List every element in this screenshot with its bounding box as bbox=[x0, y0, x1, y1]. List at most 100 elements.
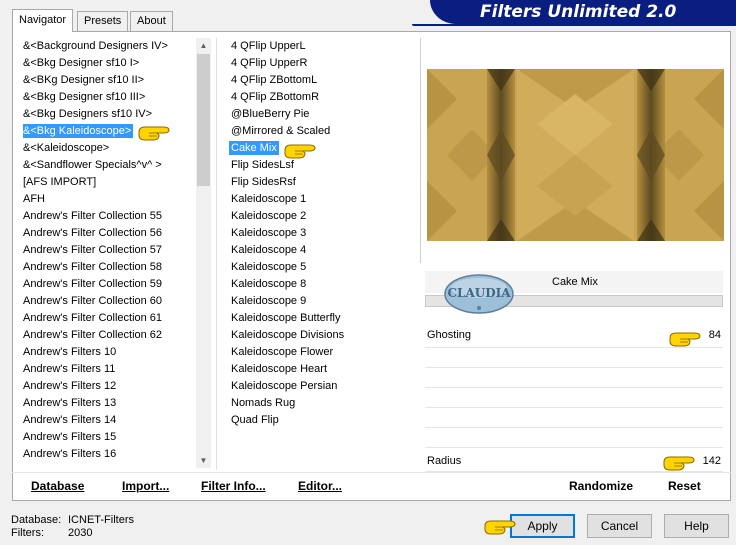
cancel-button-label: Cancel bbox=[600, 519, 639, 533]
filter-info-button[interactable]: Filter Info... bbox=[201, 479, 266, 493]
app-title-banner: Filters Unlimited 2.0 bbox=[430, 0, 736, 24]
filter-item[interactable]: Kaleidoscope 5 bbox=[231, 259, 306, 276]
category-item[interactable]: Andrew's Filter Collection 56 bbox=[23, 225, 162, 242]
category-item[interactable]: Andrew's Filters 16 bbox=[23, 446, 116, 463]
category-item[interactable]: Andrew's Filter Collection 61 bbox=[23, 310, 162, 327]
list-divider bbox=[216, 38, 217, 470]
filter-item[interactable]: Kaleidoscope Butterfly bbox=[231, 310, 340, 327]
filter-item-label: @Mirrored & Scaled bbox=[231, 125, 331, 137]
filters-count-value: 2030 bbox=[68, 527, 93, 539]
category-item[interactable]: Andrew's Filter Collection 58 bbox=[23, 259, 162, 276]
help-button-label: Help bbox=[684, 519, 709, 533]
tab-about-label: About bbox=[137, 15, 166, 27]
category-item[interactable]: &<Sandflower Specials^v^ > bbox=[23, 157, 162, 174]
editor-button[interactable]: Editor... bbox=[298, 479, 342, 493]
filter-item[interactable]: Kaleidoscope 1 bbox=[231, 191, 306, 208]
toolbar-divider bbox=[12, 472, 731, 473]
category-item[interactable]: &<Bkg Designer sf10 I> bbox=[23, 55, 139, 72]
filter-item-label: 4 QFlip UpperL bbox=[231, 40, 306, 52]
filter-item[interactable]: 4 QFlip UpperL bbox=[231, 38, 306, 55]
category-item[interactable]: &<Kaleidoscope> bbox=[23, 140, 109, 157]
scrollbar-thumb[interactable] bbox=[197, 54, 210, 186]
filter-item[interactable]: @BlueBerry Pie bbox=[231, 106, 309, 123]
category-item[interactable]: &<Bkg Designer sf10 III> bbox=[23, 89, 145, 106]
category-item[interactable]: Andrew's Filters 14 bbox=[23, 412, 116, 429]
filter-item-label: Kaleidoscope 5 bbox=[231, 261, 307, 273]
filter-item[interactable]: 4 QFlip ZBottomL bbox=[231, 72, 317, 89]
ghosting-value: 84 bbox=[708, 329, 721, 341]
category-item[interactable]: Andrew's Filters 12 bbox=[23, 378, 116, 395]
help-button[interactable]: Help bbox=[664, 514, 729, 538]
category-item[interactable]: Andrew's Filter Collection 55 bbox=[23, 208, 162, 225]
filter-item[interactable]: Kaleidoscope Divisions bbox=[231, 327, 344, 344]
category-scrollbar[interactable]: ▲ ▼ bbox=[196, 38, 211, 468]
category-item[interactable]: Andrew's Filters 11 bbox=[23, 361, 115, 378]
filter-item-label: Flip SidesRsf bbox=[231, 176, 296, 188]
tab-presets[interactable]: Presets bbox=[77, 11, 129, 31]
apply-button[interactable]: Apply bbox=[510, 514, 575, 538]
filter-item[interactable]: Kaleidoscope 3 bbox=[231, 225, 306, 242]
filter-item[interactable]: 4 QFlip UpperR bbox=[231, 55, 307, 72]
scroll-down-icon[interactable]: ▼ bbox=[196, 453, 211, 468]
filter-item[interactable]: 4 QFlip ZBottomR bbox=[231, 89, 319, 106]
scroll-up-icon[interactable]: ▲ bbox=[196, 38, 211, 53]
pointing-hand-icon bbox=[663, 456, 695, 471]
reset-button[interactable]: Reset bbox=[668, 479, 701, 493]
cancel-button[interactable]: Cancel bbox=[587, 514, 652, 538]
category-item[interactable]: Andrew's Filter Collection 62 bbox=[23, 327, 162, 344]
reset-button-label: Reset bbox=[668, 479, 701, 493]
database-button[interactable]: Database bbox=[31, 479, 84, 493]
tab-about[interactable]: About bbox=[130, 11, 173, 31]
category-item-label: Andrew's Filters 14 bbox=[23, 414, 117, 426]
category-item[interactable]: &<BKg Designer sf10 II> bbox=[23, 72, 144, 89]
filter-item[interactable]: Nomads Rug bbox=[231, 395, 295, 412]
randomize-button[interactable]: Randomize bbox=[569, 479, 633, 493]
apply-button-label: Apply bbox=[527, 519, 558, 533]
filter-item[interactable]: @Mirrored & Scaled bbox=[231, 123, 330, 140]
category-item-label: &<Bkg Kaleidoscope> bbox=[23, 124, 134, 138]
category-item[interactable]: Andrew's Filter Collection 57 bbox=[23, 242, 162, 259]
category-item[interactable]: AFH bbox=[23, 191, 45, 208]
tab-presets-label: Presets bbox=[84, 15, 122, 27]
filter-item-label: Kaleidoscope Persian bbox=[231, 380, 338, 392]
category-item[interactable]: Andrew's Filters 13 bbox=[23, 395, 116, 412]
filter-list[interactable]: 4 QFlip UpperL 4 QFlip UpperR 4 QFlip ZBot… bbox=[229, 38, 416, 468]
category-item-label: Andrew's Filter Collection 58 bbox=[23, 261, 163, 273]
filter-item-label: Cake Mix bbox=[229, 141, 279, 155]
radius-label: Radius bbox=[427, 455, 462, 467]
category-item[interactable]: Andrew's Filters 10 bbox=[23, 344, 116, 361]
filter-item-label: Quad Flip bbox=[231, 414, 279, 426]
import-button[interactable]: Import... bbox=[122, 479, 169, 493]
category-item[interactable]: &<Bkg Kaleidoscope> bbox=[23, 123, 134, 140]
category-list[interactable]: &<Background Designers IV> &<Bkg Designer… bbox=[23, 38, 195, 468]
param-separator bbox=[425, 407, 723, 408]
editor-button-label: Editor... bbox=[298, 479, 343, 493]
category-item[interactable]: &<Bkg Designers sf10 IV> bbox=[23, 106, 152, 123]
filter-item[interactable]: Cake Mix bbox=[229, 140, 279, 157]
category-item-label: Andrew's Filter Collection 60 bbox=[23, 295, 163, 307]
category-item[interactable]: Andrew's Filter Collection 60 bbox=[23, 293, 162, 310]
banner-underline bbox=[412, 24, 736, 26]
pointing-hand-icon bbox=[669, 332, 701, 347]
filter-item[interactable]: Kaleidoscope 2 bbox=[231, 208, 306, 225]
filter-item[interactable]: Kaleidoscope 8 bbox=[231, 276, 306, 293]
filter-item-label: Kaleidoscope Heart bbox=[231, 363, 328, 375]
category-item[interactable]: Andrew's Filters 15 bbox=[23, 429, 116, 446]
current-filter-name: Cake Mix bbox=[552, 276, 598, 288]
filter-item[interactable]: Kaleidoscope Heart bbox=[231, 361, 327, 378]
filter-item[interactable]: Kaleidoscope Persian bbox=[231, 378, 337, 395]
tab-navigator[interactable]: Navigator bbox=[12, 9, 74, 32]
category-item[interactable]: Andrew's Filter Collection 59 bbox=[23, 276, 162, 293]
filter-item[interactable]: Kaleidoscope Flower bbox=[231, 344, 333, 361]
filter-item[interactable]: Quad Flip bbox=[231, 412, 279, 429]
filter-item[interactable]: Kaleidoscope 4 bbox=[231, 242, 306, 259]
tab-navigator-label: Navigator bbox=[19, 14, 67, 26]
category-item-label: Andrew's Filters 15 bbox=[23, 431, 117, 443]
category-item[interactable]: [AFS IMPORT] bbox=[23, 174, 96, 191]
filter-item-label: 4 QFlip UpperR bbox=[231, 57, 308, 69]
watermark-logo-image: CLAUDIA bbox=[444, 274, 514, 314]
filter-item[interactable]: Flip SidesRsf bbox=[231, 174, 296, 191]
category-item-label: Andrew's Filters 10 bbox=[23, 346, 117, 358]
filter-item[interactable]: Kaleidoscope 9 bbox=[231, 293, 306, 310]
category-item[interactable]: &<Background Designers IV> bbox=[23, 38, 168, 55]
